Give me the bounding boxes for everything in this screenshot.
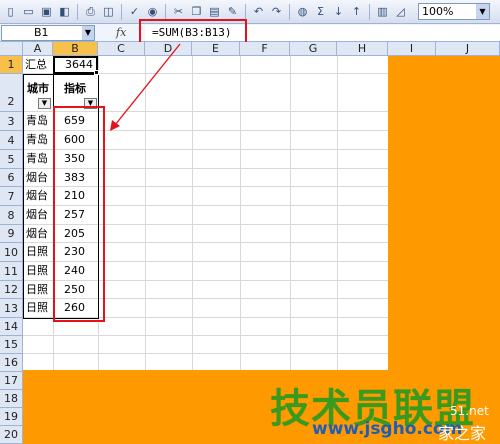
watermark-side-bottom: 家之家 [438,424,487,443]
watermark-side-top: 51.net [450,404,489,418]
